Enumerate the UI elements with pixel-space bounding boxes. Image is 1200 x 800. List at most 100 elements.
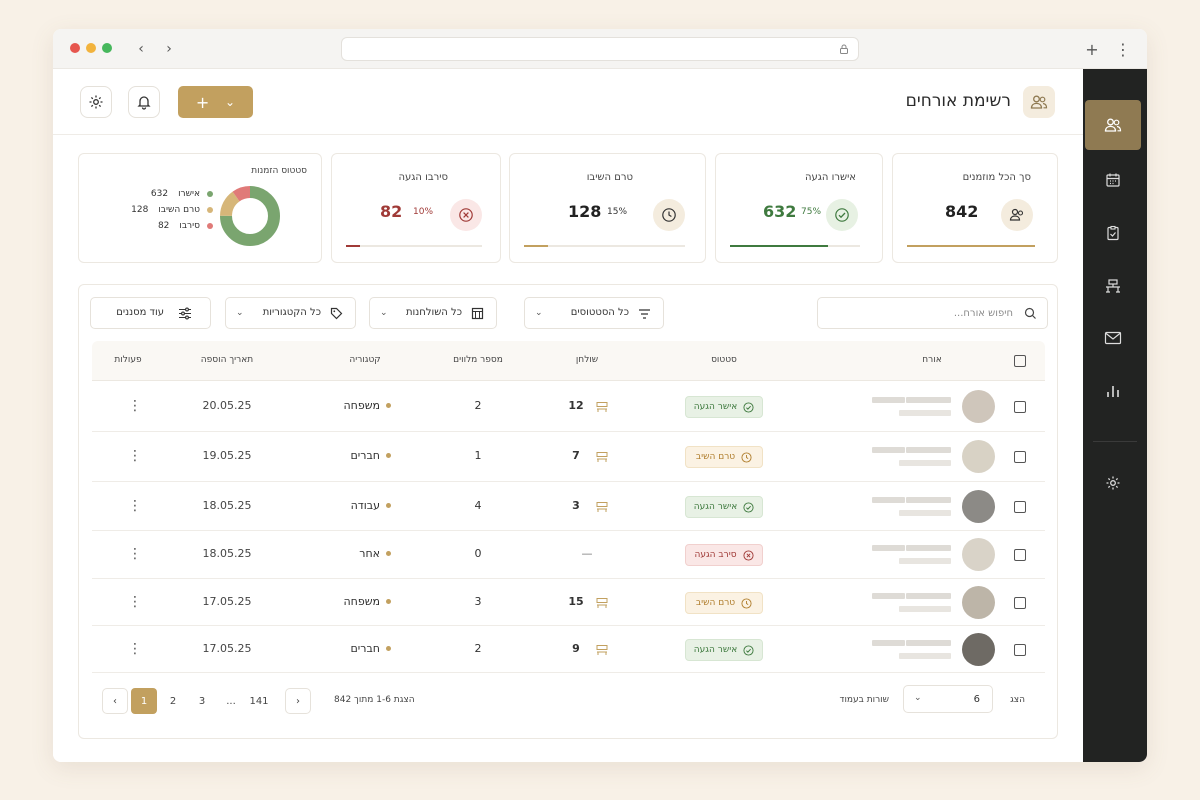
calendar-icon — [1106, 173, 1120, 187]
table-row[interactable]: אישר הגעה 12 2 משפחה 20.05.25 ⋮ — [92, 381, 1045, 432]
stat-label: טרם השיבו — [586, 172, 633, 183]
more-actions-icon[interactable]: ⋮ — [128, 449, 142, 463]
categories-filter[interactable]: כל הקטגוריות ⌄ — [225, 297, 356, 329]
sidebar-item-guests[interactable] — [1085, 100, 1141, 150]
sidebar-item-tasks[interactable] — [1085, 208, 1141, 258]
row-checkbox[interactable] — [1014, 501, 1026, 513]
browser-window: ‹ › + ⋮ רשימת אורחים + ⌄ סך הכל מוזמנים — [53, 29, 1147, 762]
legend-item-declined: סירבו 82 — [111, 218, 213, 234]
next-page-button[interactable]: › — [285, 688, 311, 714]
tables-filter[interactable]: כל השולחנות ⌄ — [369, 297, 497, 329]
tables-filter-label: כל השולחנות — [405, 307, 462, 318]
guest-name-placeholder — [872, 447, 905, 453]
sidebar-item-reports[interactable] — [1085, 366, 1141, 416]
row-checkbox[interactable] — [1014, 451, 1026, 463]
avatar — [962, 633, 995, 666]
table-number: 15 — [568, 595, 584, 608]
col-category: קטגוריה — [349, 355, 381, 365]
progress-total — [907, 245, 1035, 247]
chevron-down-icon: ⌄ — [380, 308, 388, 318]
more-actions-icon[interactable]: ⋮ — [128, 499, 142, 513]
more-filters-button[interactable]: עוד מסננים — [90, 297, 211, 329]
stat-percent: 15% — [607, 207, 628, 217]
companions-count: 4 — [474, 499, 482, 512]
status-badge: סירב הגעה — [685, 544, 763, 566]
row-checkbox[interactable] — [1014, 597, 1026, 609]
more-actions-icon[interactable]: ⋮ — [128, 595, 142, 609]
sidebar-item-settings[interactable] — [1085, 458, 1141, 508]
table-row[interactable]: אישר הגעה 9 2 חברים 17.05.25 ⋮ — [92, 626, 1045, 673]
guest-name-placeholder — [906, 640, 951, 646]
row-checkbox[interactable] — [1014, 549, 1026, 561]
prev-page-button[interactable]: ‹ — [102, 688, 128, 714]
page-2[interactable]: 2 — [160, 688, 186, 714]
add-guest-button[interactable]: + ⌄ — [178, 86, 253, 118]
mail-icon — [1104, 331, 1122, 345]
date-added: 20.05.25 — [202, 399, 252, 412]
guest-detail-placeholder — [899, 606, 951, 612]
settings-button[interactable] — [80, 86, 112, 118]
close-window-dot[interactable] — [70, 43, 80, 53]
avatar — [962, 490, 995, 523]
col-companions: מספר מלווים — [453, 355, 503, 365]
donut-legend: אישרו 632 טרם השיבו 128 סירבו 82 — [111, 186, 213, 234]
check-circle-icon — [826, 199, 858, 231]
table-grid-icon — [471, 307, 484, 320]
row-checkbox[interactable] — [1014, 401, 1026, 413]
rows-per-page-select[interactable]: 6 ⌄ — [903, 685, 993, 713]
guest-name-placeholder — [906, 497, 951, 503]
chevron-down-icon: ⌄ — [914, 693, 922, 703]
plus-icon: + — [195, 92, 210, 112]
col-status: סטטוס — [711, 355, 737, 365]
guest-name-placeholder — [906, 447, 951, 453]
users-icon — [1001, 199, 1033, 231]
table-number: — — [581, 547, 593, 560]
avatar — [962, 440, 995, 473]
select-all-checkbox[interactable] — [1014, 355, 1026, 367]
table-number: 9 — [572, 642, 580, 655]
sidebar-item-messages[interactable] — [1085, 313, 1141, 363]
back-icon[interactable]: ‹ — [131, 39, 151, 59]
notifications-button[interactable] — [128, 86, 160, 118]
stat-percent: 75% — [801, 207, 822, 217]
guest-name-placeholder — [872, 545, 905, 551]
rows-per-page-label: שורות בעמוד — [839, 695, 889, 705]
companions-count: 2 — [474, 399, 482, 412]
more-actions-icon[interactable]: ⋮ — [128, 547, 142, 561]
category-label: חברים — [350, 642, 391, 655]
search-input[interactable]: חיפוש אורח... — [817, 297, 1048, 329]
search-placeholder: חיפוש אורח... — [953, 308, 1013, 319]
companions-count: 0 — [474, 547, 482, 560]
seating-icon — [1106, 279, 1120, 293]
status-badge: טרם השיב — [685, 592, 763, 614]
table-row[interactable]: טרם השיב 7 1 חברים 19.05.25 ⋮ — [92, 432, 1045, 482]
sidebar-item-seating[interactable] — [1085, 261, 1141, 311]
row-checkbox[interactable] — [1014, 644, 1026, 656]
page-1-current[interactable]: 1 — [131, 688, 157, 714]
gear-icon — [89, 95, 103, 109]
address-bar[interactable] — [341, 37, 859, 61]
legend-item-pending: טרם השיבו 128 — [111, 202, 213, 218]
stat-value: 128 — [568, 202, 602, 221]
more-actions-icon[interactable]: ⋮ — [128, 642, 142, 656]
minimize-window-dot[interactable] — [86, 43, 96, 53]
date-added: 18.05.25 — [202, 499, 252, 512]
maximize-window-dot[interactable] — [102, 43, 112, 53]
stat-label: סך הכל מוזמנים — [962, 172, 1031, 183]
table-icon — [596, 452, 608, 462]
col-guest: אורח — [922, 355, 942, 365]
table-row[interactable]: אישר הגעה 3 4 עבודה 18.05.25 ⋮ — [92, 482, 1045, 531]
sidebar-item-calendar[interactable] — [1085, 155, 1141, 205]
new-tab-icon[interactable]: + — [1082, 39, 1102, 59]
browser-menu-icon[interactable]: ⋮ — [1113, 39, 1133, 59]
page-141[interactable]: 141 — [246, 688, 272, 714]
guest-name-placeholder — [872, 640, 905, 646]
more-actions-icon[interactable]: ⋮ — [128, 399, 142, 413]
forward-icon[interactable]: › — [159, 39, 179, 59]
page-3[interactable]: 3 — [189, 688, 215, 714]
table-row[interactable]: סירב הגעה — 0 אחר 18.05.25 ⋮ — [92, 531, 1045, 579]
guest-detail-placeholder — [899, 510, 951, 516]
users-icon — [1104, 118, 1122, 132]
table-row[interactable]: טרם השיב 15 3 משפחה 17.05.25 ⋮ — [92, 579, 1045, 626]
status-filter[interactable]: כל הסטטוסים ⌄ — [524, 297, 664, 329]
